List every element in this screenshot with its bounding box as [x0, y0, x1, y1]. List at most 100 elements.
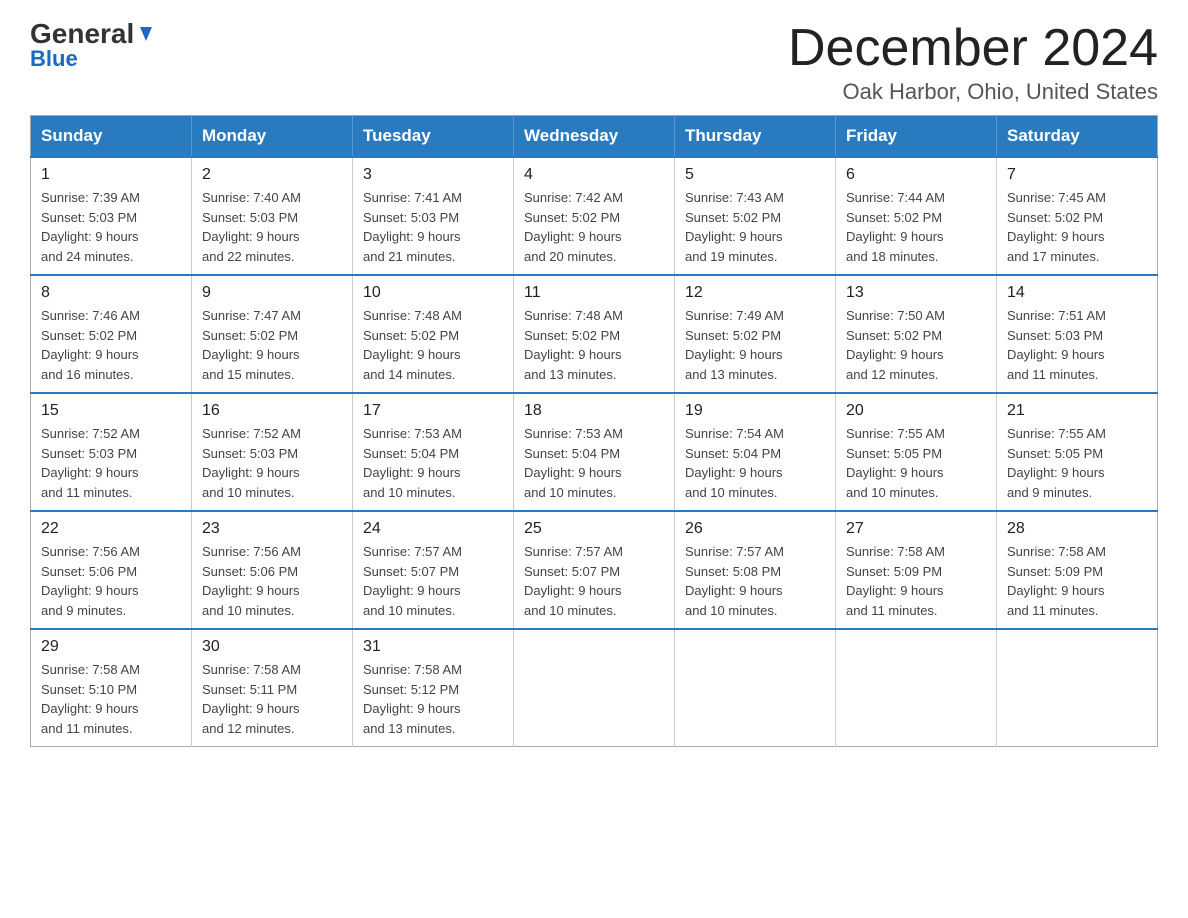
day-info: Sunrise: 7:56 AMSunset: 5:06 PMDaylight:…: [41, 542, 181, 620]
calendar-cell: 25 Sunrise: 7:57 AMSunset: 5:07 PMDayligh…: [514, 511, 675, 629]
day-number: 29: [41, 638, 181, 656]
day-number: 23: [202, 520, 342, 538]
day-info: Sunrise: 7:46 AMSunset: 5:02 PMDaylight:…: [41, 306, 181, 384]
logo-text-general: General: [30, 20, 134, 48]
calendar-cell: 18 Sunrise: 7:53 AMSunset: 5:04 PMDayligh…: [514, 393, 675, 511]
day-number: 19: [685, 402, 825, 420]
calendar-cell: 20 Sunrise: 7:55 AMSunset: 5:05 PMDayligh…: [836, 393, 997, 511]
day-number: 22: [41, 520, 181, 538]
weekday-header-tuesday: Tuesday: [353, 116, 514, 158]
calendar-cell: 11Sunrise: 7:48 AMSunset: 5:02 PMDayligh…: [514, 275, 675, 393]
logo-text-blue: Blue: [30, 46, 78, 72]
calendar-cell: [836, 629, 997, 747]
day-number: 12: [685, 284, 825, 302]
calendar-cell: [997, 629, 1158, 747]
day-number: 21: [1007, 402, 1147, 420]
day-info: Sunrise: 7:48 AMSunset: 5:02 PMDaylight:…: [363, 306, 503, 384]
calendar-cell: 7Sunrise: 7:45 AMSunset: 5:02 PMDaylight…: [997, 157, 1158, 275]
calendar-cell: 29 Sunrise: 7:58 AMSunset: 5:10 PMDayligh…: [31, 629, 192, 747]
day-number: 31: [363, 638, 503, 656]
day-info: Sunrise: 7:52 AMSunset: 5:03 PMDaylight:…: [202, 424, 342, 502]
calendar-cell: 23 Sunrise: 7:56 AMSunset: 5:06 PMDayligh…: [192, 511, 353, 629]
weekday-header-monday: Monday: [192, 116, 353, 158]
day-info: Sunrise: 7:57 AMSunset: 5:07 PMDaylight:…: [363, 542, 503, 620]
day-info: Sunrise: 7:55 AMSunset: 5:05 PMDaylight:…: [846, 424, 986, 502]
day-info: Sunrise: 7:41 AMSunset: 5:03 PMDaylight:…: [363, 188, 503, 266]
day-info: Sunrise: 7:50 AMSunset: 5:02 PMDaylight:…: [846, 306, 986, 384]
day-number: 28: [1007, 520, 1147, 538]
weekday-header-sunday: Sunday: [31, 116, 192, 158]
day-info: Sunrise: 7:58 AMSunset: 5:09 PMDaylight:…: [1007, 542, 1147, 620]
calendar-cell: 17Sunrise: 7:53 AMSunset: 5:04 PMDayligh…: [353, 393, 514, 511]
day-number: 14: [1007, 284, 1147, 302]
calendar-week-row: 1 Sunrise: 7:39 AMSunset: 5:03 PMDaylight…: [31, 157, 1158, 275]
day-number: 18: [524, 402, 664, 420]
day-number: 27: [846, 520, 986, 538]
calendar-week-row: 22 Sunrise: 7:56 AMSunset: 5:06 PMDayligh…: [31, 511, 1158, 629]
weekday-header-thursday: Thursday: [675, 116, 836, 158]
calendar-cell: [675, 629, 836, 747]
day-info: Sunrise: 7:52 AMSunset: 5:03 PMDaylight:…: [41, 424, 181, 502]
day-info: Sunrise: 7:55 AMSunset: 5:05 PMDaylight:…: [1007, 424, 1147, 502]
day-number: 13: [846, 284, 986, 302]
month-title: December 2024: [788, 20, 1158, 77]
calendar-cell: 31Sunrise: 7:58 AMSunset: 5:12 PMDayligh…: [353, 629, 514, 747]
day-info: Sunrise: 7:58 AMSunset: 5:11 PMDaylight:…: [202, 660, 342, 738]
day-info: Sunrise: 7:58 AMSunset: 5:09 PMDaylight:…: [846, 542, 986, 620]
weekday-header-friday: Friday: [836, 116, 997, 158]
calendar-cell: 9 Sunrise: 7:47 AMSunset: 5:02 PMDaylight…: [192, 275, 353, 393]
weekday-header-row: SundayMondayTuesdayWednesdayThursdayFrid…: [31, 116, 1158, 158]
day-number: 25: [524, 520, 664, 538]
day-info: Sunrise: 7:57 AMSunset: 5:07 PMDaylight:…: [524, 542, 664, 620]
day-number: 24: [363, 520, 503, 538]
day-number: 17: [363, 402, 503, 420]
calendar-cell: 1 Sunrise: 7:39 AMSunset: 5:03 PMDaylight…: [31, 157, 192, 275]
calendar-cell: 22 Sunrise: 7:56 AMSunset: 5:06 PMDayligh…: [31, 511, 192, 629]
day-info: Sunrise: 7:42 AMSunset: 5:02 PMDaylight:…: [524, 188, 664, 266]
day-info: Sunrise: 7:54 AMSunset: 5:04 PMDaylight:…: [685, 424, 825, 502]
day-info: Sunrise: 7:58 AMSunset: 5:10 PMDaylight:…: [41, 660, 181, 738]
calendar-week-row: 15 Sunrise: 7:52 AMSunset: 5:03 PMDayligh…: [31, 393, 1158, 511]
day-number: 1: [41, 166, 181, 184]
day-info: Sunrise: 7:51 AMSunset: 5:03 PMDaylight:…: [1007, 306, 1147, 384]
day-number: 3: [363, 166, 503, 184]
day-info: Sunrise: 7:40 AMSunset: 5:03 PMDaylight:…: [202, 188, 342, 266]
calendar-cell: 30 Sunrise: 7:58 AMSunset: 5:11 PMDayligh…: [192, 629, 353, 747]
calendar-cell: 5Sunrise: 7:43 AMSunset: 5:02 PMDaylight…: [675, 157, 836, 275]
day-info: Sunrise: 7:39 AMSunset: 5:03 PMDaylight:…: [41, 188, 181, 266]
day-number: 10: [363, 284, 503, 302]
page-header: General Blue December 2024 Oak Harbor, O…: [30, 20, 1158, 105]
calendar-cell: 8 Sunrise: 7:46 AMSunset: 5:02 PMDaylight…: [31, 275, 192, 393]
day-number: 4: [524, 166, 664, 184]
calendar-cell: 24 Sunrise: 7:57 AMSunset: 5:07 PMDayligh…: [353, 511, 514, 629]
day-number: 5: [685, 166, 825, 184]
calendar-cell: 21 Sunrise: 7:55 AMSunset: 5:05 PMDayligh…: [997, 393, 1158, 511]
day-number: 9: [202, 284, 342, 302]
day-number: 15: [41, 402, 181, 420]
calendar-cell: 15 Sunrise: 7:52 AMSunset: 5:03 PMDayligh…: [31, 393, 192, 511]
calendar-cell: 16Sunrise: 7:52 AMSunset: 5:03 PMDayligh…: [192, 393, 353, 511]
calendar-cell: 13 Sunrise: 7:50 AMSunset: 5:02 PMDayligh…: [836, 275, 997, 393]
calendar-week-row: 29 Sunrise: 7:58 AMSunset: 5:10 PMDayligh…: [31, 629, 1158, 747]
location-subtitle: Oak Harbor, Ohio, United States: [788, 79, 1158, 105]
calendar-cell: 14 Sunrise: 7:51 AMSunset: 5:03 PMDayligh…: [997, 275, 1158, 393]
weekday-header-saturday: Saturday: [997, 116, 1158, 158]
day-info: Sunrise: 7:56 AMSunset: 5:06 PMDaylight:…: [202, 542, 342, 620]
day-info: Sunrise: 7:53 AMSunset: 5:04 PMDaylight:…: [524, 424, 664, 502]
calendar-cell: 10 Sunrise: 7:48 AMSunset: 5:02 PMDayligh…: [353, 275, 514, 393]
calendar-cell: 4 Sunrise: 7:42 AMSunset: 5:02 PMDaylight…: [514, 157, 675, 275]
calendar-cell: 6 Sunrise: 7:44 AMSunset: 5:02 PMDaylight…: [836, 157, 997, 275]
day-number: 20: [846, 402, 986, 420]
calendar-cell: 12 Sunrise: 7:49 AMSunset: 5:02 PMDayligh…: [675, 275, 836, 393]
day-info: Sunrise: 7:47 AMSunset: 5:02 PMDaylight:…: [202, 306, 342, 384]
day-number: 26: [685, 520, 825, 538]
logo: General Blue: [30, 20, 156, 72]
calendar-cell: [514, 629, 675, 747]
day-number: 30: [202, 638, 342, 656]
day-number: 6: [846, 166, 986, 184]
day-info: Sunrise: 7:44 AMSunset: 5:02 PMDaylight:…: [846, 188, 986, 266]
weekday-header-wednesday: Wednesday: [514, 116, 675, 158]
calendar-cell: 19 Sunrise: 7:54 AMSunset: 5:04 PMDayligh…: [675, 393, 836, 511]
day-info: Sunrise: 7:49 AMSunset: 5:02 PMDaylight:…: [685, 306, 825, 384]
day-number: 8: [41, 284, 181, 302]
